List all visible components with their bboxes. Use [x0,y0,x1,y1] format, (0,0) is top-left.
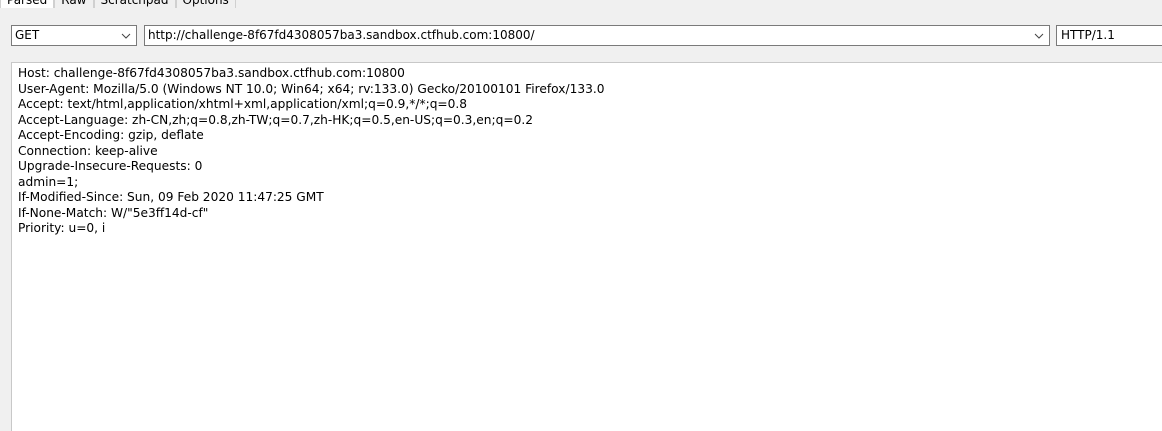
header-line: Connection: keep-alive [18,143,158,158]
header-line: User-Agent: Mozilla/5.0 (Windows NT 10.0… [18,81,605,96]
header-line: Accept: text/html,application/xhtml+xml,… [18,97,468,111]
request-editor: Parsed Raw Scratchpad Options GET http:/… [0,0,1162,431]
header-line: If-Modified-Since: Sun, 09 Feb 2020 11:4… [18,190,324,204]
http-version-field[interactable]: HTTP/1.1 [1056,25,1162,46]
chevron-down-icon[interactable] [1029,26,1049,45]
header-line: admin=1; [18,174,79,189]
header-line: Accept-Encoding: gzip, deflate [18,128,204,142]
method-select[interactable]: GET [11,25,137,46]
url-combobox[interactable]: http://challenge-8f67fd4308057ba3.sandbo… [144,25,1050,46]
chevron-down-icon[interactable] [116,26,136,45]
header-line: If-None-Match: W/"5e3ff14d-cf" [18,205,209,220]
header-line: Accept-Language: zh-CN,zh;q=0.8,zh-TW;q=… [18,112,533,127]
headers-textarea[interactable]: Host: challenge-8f67fd4308057ba3.sandbox… [11,62,1162,431]
tab-strip: Parsed Raw Scratchpad Options [0,0,236,8]
tab-options[interactable]: Options [175,0,236,8]
tab-parsed[interactable]: Parsed [0,0,55,8]
method-value: GET [15,28,40,42]
url-input[interactable]: http://challenge-8f67fd4308057ba3.sandbo… [145,26,1029,45]
tab-raw[interactable]: Raw [54,0,94,8]
header-line: Host: challenge-8f67fd4308057ba3.sandbox… [18,66,405,80]
tab-scratchpad[interactable]: Scratchpad [93,0,176,8]
header-line: Priority: u=0, i [18,221,106,235]
header-line: Upgrade-Insecure-Requests: 0 [18,159,203,173]
